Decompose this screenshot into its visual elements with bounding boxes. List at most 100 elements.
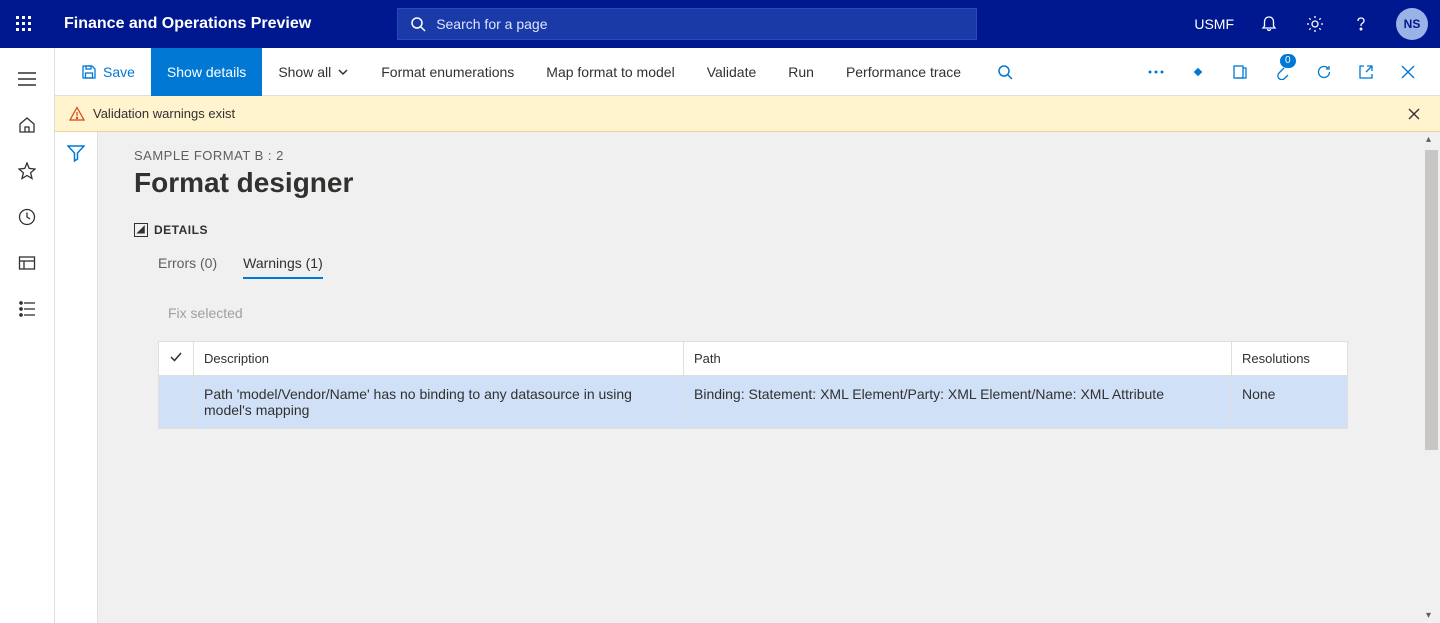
validate-button[interactable]: Validate xyxy=(691,48,773,96)
warning-icon xyxy=(69,106,85,122)
tabs-row: Errors (0) Warnings (1) xyxy=(134,255,1416,279)
attachments-badge: 0 xyxy=(1280,54,1296,68)
star-icon xyxy=(18,162,36,180)
cell-description: Path 'model/Vendor/Name' has no binding … xyxy=(194,376,684,429)
collapse-icon: ◢ xyxy=(134,223,148,237)
fix-selected-button[interactable]: Fix selected xyxy=(134,305,1416,321)
checkmark-icon xyxy=(169,350,183,364)
grid-wrapper: Description Path Resolutions Path 'model… xyxy=(134,341,1416,429)
gear-icon xyxy=(1306,15,1324,33)
waffle-icon xyxy=(16,16,32,32)
show-all-button[interactable]: Show all xyxy=(262,48,365,96)
format-enum-label: Format enumerations xyxy=(381,64,514,80)
popout-button[interactable] xyxy=(1346,48,1386,96)
body-main: SAMPLE FORMAT B : 2 Format designer ◢ DE… xyxy=(97,132,1440,623)
feedback-button[interactable] xyxy=(1178,48,1218,96)
run-label: Run xyxy=(788,64,814,80)
avatar[interactable]: NS xyxy=(1396,8,1428,40)
more-actions-button[interactable] xyxy=(1136,48,1176,96)
popout-icon xyxy=(1358,64,1374,80)
cell-path: Binding: Statement: XML Element/Party: X… xyxy=(684,376,1232,429)
table-row[interactable]: Path 'model/Vendor/Name' has no binding … xyxy=(159,376,1348,429)
validate-label: Validate xyxy=(707,64,757,80)
refresh-icon xyxy=(1316,64,1332,80)
office-icon xyxy=(1232,64,1248,80)
chevron-down-icon xyxy=(337,66,349,78)
modules-icon xyxy=(18,300,36,318)
save-icon xyxy=(81,64,97,80)
help-button[interactable] xyxy=(1338,0,1384,48)
nav-workspaces[interactable] xyxy=(0,240,55,286)
row-select[interactable] xyxy=(159,376,194,429)
workspace-icon xyxy=(18,254,36,272)
bell-icon xyxy=(1260,15,1278,33)
performance-trace-button[interactable]: Performance trace xyxy=(830,48,977,96)
global-search-placeholder: Search for a page xyxy=(436,16,547,32)
body-row: SAMPLE FORMAT B : 2 Format designer ◢ DE… xyxy=(55,132,1440,623)
close-icon xyxy=(1401,65,1415,79)
format-enumerations-button[interactable]: Format enumerations xyxy=(365,48,530,96)
topbar: Finance and Operations Preview Search fo… xyxy=(0,0,1440,48)
actionbar-right: 0 xyxy=(1136,48,1428,96)
search-icon xyxy=(410,16,426,32)
scrollbar[interactable] xyxy=(1423,132,1440,623)
app-title: Finance and Operations Preview xyxy=(48,15,327,33)
open-office-button[interactable] xyxy=(1220,48,1260,96)
app-launcher-button[interactable] xyxy=(0,0,48,48)
scrollbar-thumb[interactable] xyxy=(1425,150,1438,450)
settings-button[interactable] xyxy=(1292,0,1338,48)
more-icon xyxy=(1148,70,1164,74)
cell-resolutions: None xyxy=(1232,376,1348,429)
hamburger-icon xyxy=(18,72,36,86)
details-section: ◢ DETAILS Errors (0) Warnings (1) Fix se… xyxy=(134,223,1416,429)
close-icon xyxy=(1408,108,1420,120)
global-search-input[interactable]: Search for a page xyxy=(397,8,977,40)
column-resolutions[interactable]: Resolutions xyxy=(1232,342,1348,376)
page-title: Format designer xyxy=(134,167,1416,199)
details-header[interactable]: ◢ DETAILS xyxy=(134,223,1416,237)
tab-errors[interactable]: Errors (0) xyxy=(158,255,217,279)
content-column: Save Show details Show all Format enumer… xyxy=(55,48,1440,623)
actionbar: Save Show details Show all Format enumer… xyxy=(55,48,1440,96)
column-select[interactable] xyxy=(159,342,194,376)
breadcrumb: SAMPLE FORMAT B : 2 xyxy=(134,148,1416,163)
save-label: Save xyxy=(103,64,135,80)
close-button[interactable] xyxy=(1388,48,1428,96)
banner-close-button[interactable] xyxy=(1406,102,1430,126)
warning-banner: Validation warnings exist xyxy=(55,96,1440,132)
left-rail xyxy=(0,48,55,623)
map-format-label: Map format to model xyxy=(546,64,674,80)
clock-icon xyxy=(18,208,36,226)
filter-button[interactable] xyxy=(67,144,85,623)
search-icon xyxy=(997,64,1013,80)
find-button[interactable] xyxy=(985,48,1025,96)
notifications-button[interactable] xyxy=(1246,0,1292,48)
details-label: DETAILS xyxy=(154,223,208,237)
filter-icon xyxy=(67,144,85,162)
show-details-button[interactable]: Show details xyxy=(151,48,262,96)
company-selector[interactable]: USMF xyxy=(1182,16,1246,32)
help-icon xyxy=(1352,15,1370,33)
filter-pane xyxy=(55,132,97,623)
diamond-icon xyxy=(1190,64,1206,80)
main-row: Save Show details Show all Format enumer… xyxy=(0,48,1440,623)
save-button[interactable]: Save xyxy=(65,48,151,96)
show-details-label: Show details xyxy=(167,64,246,80)
nav-favorites[interactable] xyxy=(0,148,55,194)
tab-warnings[interactable]: Warnings (1) xyxy=(243,255,323,279)
nav-toggle-button[interactable] xyxy=(0,56,55,102)
column-path[interactable]: Path xyxy=(684,342,1232,376)
warning-message: Validation warnings exist xyxy=(93,106,235,121)
refresh-button[interactable] xyxy=(1304,48,1344,96)
perf-trace-label: Performance trace xyxy=(846,64,961,80)
column-description[interactable]: Description xyxy=(194,342,684,376)
run-button[interactable]: Run xyxy=(772,48,830,96)
home-icon xyxy=(18,116,36,134)
table-header-row: Description Path Resolutions xyxy=(159,342,1348,376)
attachments-button[interactable]: 0 xyxy=(1262,48,1302,96)
nav-recent[interactable] xyxy=(0,194,55,240)
map-format-button[interactable]: Map format to model xyxy=(530,48,690,96)
nav-modules[interactable] xyxy=(0,286,55,332)
nav-home[interactable] xyxy=(0,102,55,148)
show-all-label: Show all xyxy=(278,64,331,80)
